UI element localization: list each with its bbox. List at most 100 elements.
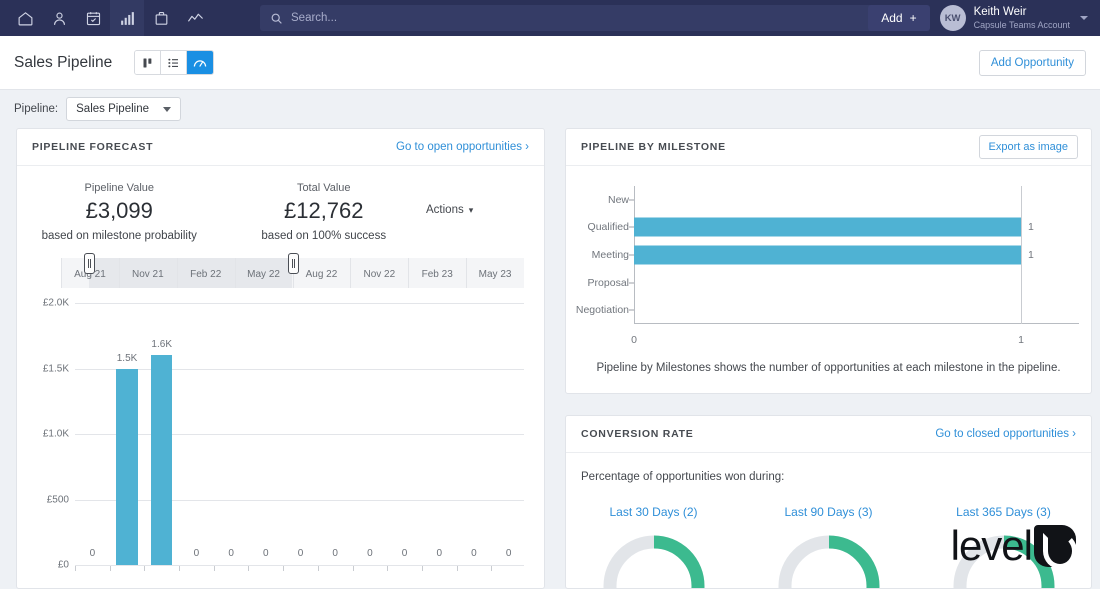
- nav-contacts[interactable]: [42, 0, 76, 36]
- pipeline-forecast-card: PIPELINE FORECAST Go to open opportuniti…: [16, 128, 545, 589]
- forecast-bar[interactable]: [151, 355, 173, 565]
- x-axis-label: 1: [1018, 334, 1024, 346]
- pipeline-select[interactable]: Sales Pipeline: [66, 97, 181, 121]
- brush-tick-label: Feb 22: [190, 269, 221, 280]
- view-dashboard-button[interactable]: [187, 51, 213, 74]
- kpi-sub: based on milestone probability: [17, 230, 222, 242]
- brush-tick: [177, 258, 178, 288]
- conversion-periods: Last 30 Days (2)Last 90 Days (3)Last 365…: [566, 505, 1091, 589]
- conversion-period: Last 365 Days (3): [916, 505, 1091, 589]
- y-axis-label: £0: [27, 560, 69, 571]
- y-axis-label: £2.0K: [27, 298, 69, 309]
- nav-home[interactable]: [8, 0, 42, 36]
- x-axis-tick: [387, 566, 388, 571]
- actions-wrap: Actions ▾: [426, 182, 544, 218]
- milestone-category-label: Negotiation: [576, 304, 629, 316]
- x-axis-tick: [248, 566, 249, 571]
- bar-value-label: 0: [90, 548, 96, 559]
- conversion-donut-chart: [949, 531, 1059, 589]
- nav-cases[interactable]: [144, 0, 178, 36]
- x-axis-tick: [75, 566, 76, 571]
- go-to-open-opportunities-link[interactable]: Go to open opportunities ›: [396, 141, 529, 153]
- x-axis-tick: [283, 566, 284, 571]
- add-button-label: Add: [881, 11, 902, 25]
- x-axis-tick: [144, 566, 145, 571]
- brush-tick: [61, 258, 62, 288]
- y-axis-label: £1.5K: [27, 363, 69, 374]
- conversion-period-link[interactable]: Last 365 Days (3): [916, 505, 1091, 519]
- brush-tick-label: Feb 23: [422, 269, 453, 280]
- list-icon: [167, 57, 180, 69]
- add-opportunity-button[interactable]: Add Opportunity: [979, 50, 1086, 76]
- actions-menu-button[interactable]: Actions ▾: [426, 204, 473, 216]
- x-axis-tick: [318, 566, 319, 571]
- milestone-card-title: PIPELINE BY MILESTONE: [581, 141, 726, 153]
- milestone-card-header: PIPELINE BY MILESTONE Export as image: [566, 129, 1091, 166]
- gauge-icon: [193, 57, 207, 69]
- contacts-icon: [51, 10, 68, 27]
- reports-icon: [119, 10, 136, 27]
- date-range-brush[interactable]: Aug 21Nov 21Feb 22May 22Aug 22Nov 22Feb …: [61, 258, 524, 288]
- conversion-donut-chart: [774, 531, 884, 589]
- donut-wrap: [916, 531, 1091, 589]
- actions-label: Actions: [426, 204, 464, 216]
- y-axis-tick: [629, 310, 634, 311]
- pipeline-by-milestone-card: PIPELINE BY MILESTONE Export as image Ne…: [565, 128, 1092, 394]
- brush-handle-end[interactable]: [288, 253, 299, 274]
- bar-value-label: 0: [402, 548, 408, 559]
- brush-tick-label: May 23: [479, 269, 512, 280]
- bar-value-label: 1.6K: [151, 339, 172, 350]
- export-as-image-button[interactable]: Export as image: [979, 135, 1078, 159]
- view-board-button[interactable]: [135, 51, 161, 74]
- conversion-period-link[interactable]: Last 30 Days (2): [566, 505, 741, 519]
- chevron-down-icon: [163, 107, 171, 112]
- x-axis-tick: [214, 566, 215, 571]
- view-list-button[interactable]: [161, 51, 187, 74]
- milestone-bar[interactable]: [634, 246, 1021, 265]
- conversion-subtitle: Percentage of opportunities won during:: [566, 453, 1091, 483]
- brush-tick: [235, 258, 236, 288]
- search-input[interactable]: [291, 12, 865, 24]
- milestone-value-label: 1: [1028, 249, 1034, 261]
- nav-icon-group: [0, 0, 212, 36]
- milestone-category-label: Meeting: [592, 249, 629, 261]
- y-axis-label: £500: [27, 494, 69, 505]
- bar-value-label: 0: [194, 548, 200, 559]
- forecast-bar[interactable]: [116, 369, 138, 566]
- add-button[interactable]: Add +: [868, 5, 929, 31]
- x-axis-tick: [353, 566, 354, 571]
- nav-calendar[interactable]: [76, 0, 110, 36]
- y-axis-label: £1.0K: [27, 429, 69, 440]
- search-bar[interactable]: [260, 5, 875, 31]
- home-icon: [17, 10, 34, 27]
- bar-value-label: 0: [471, 548, 477, 559]
- left-column: PIPELINE FORECAST Go to open opportuniti…: [16, 128, 545, 589]
- kpi-value: £12,762: [222, 198, 427, 224]
- x-axis-label: 0: [631, 334, 637, 346]
- plus-icon: +: [910, 11, 917, 25]
- nav-reports[interactable]: [110, 0, 144, 36]
- kpi-pipeline-value: Pipeline Value £3,099 based on milestone…: [17, 182, 222, 242]
- pipeline-selector-bar: Pipeline: Sales Pipeline: [0, 90, 1100, 128]
- bar-value-label: 0: [263, 548, 269, 559]
- milestone-category-label: Qualified: [588, 221, 629, 233]
- conversion-period: Last 90 Days (3): [741, 505, 916, 589]
- x-axis-tick: [179, 566, 180, 571]
- user-menu[interactable]: KW Keith Weir Capsule Teams Account: [940, 5, 1092, 31]
- brush-tick-label: Nov 21: [132, 269, 164, 280]
- go-to-closed-opportunities-link[interactable]: Go to closed opportunities ›: [935, 428, 1076, 440]
- brush-handle-start[interactable]: [84, 253, 95, 274]
- brush-tick-label: May 22: [247, 269, 280, 280]
- pipeline-select-value: Sales Pipeline: [76, 103, 149, 115]
- pipeline-forecast-chart: £0£500£1.0K£1.5K£2.0K01.5K1.6K0000000000: [17, 290, 544, 575]
- milestone-bar[interactable]: [634, 218, 1021, 237]
- briefcase-icon: [153, 10, 170, 27]
- x-axis-tick: [110, 566, 111, 571]
- forecast-card-title: PIPELINE FORECAST: [32, 141, 153, 153]
- conversion-period-link[interactable]: Last 90 Days (3): [741, 505, 916, 519]
- dashboard-main: PIPELINE FORECAST Go to open opportuniti…: [0, 128, 1100, 589]
- milestone-category-label: New: [608, 194, 629, 206]
- board-icon: [142, 57, 154, 69]
- calendar-icon: [85, 10, 102, 27]
- nav-activity[interactable]: [178, 0, 212, 36]
